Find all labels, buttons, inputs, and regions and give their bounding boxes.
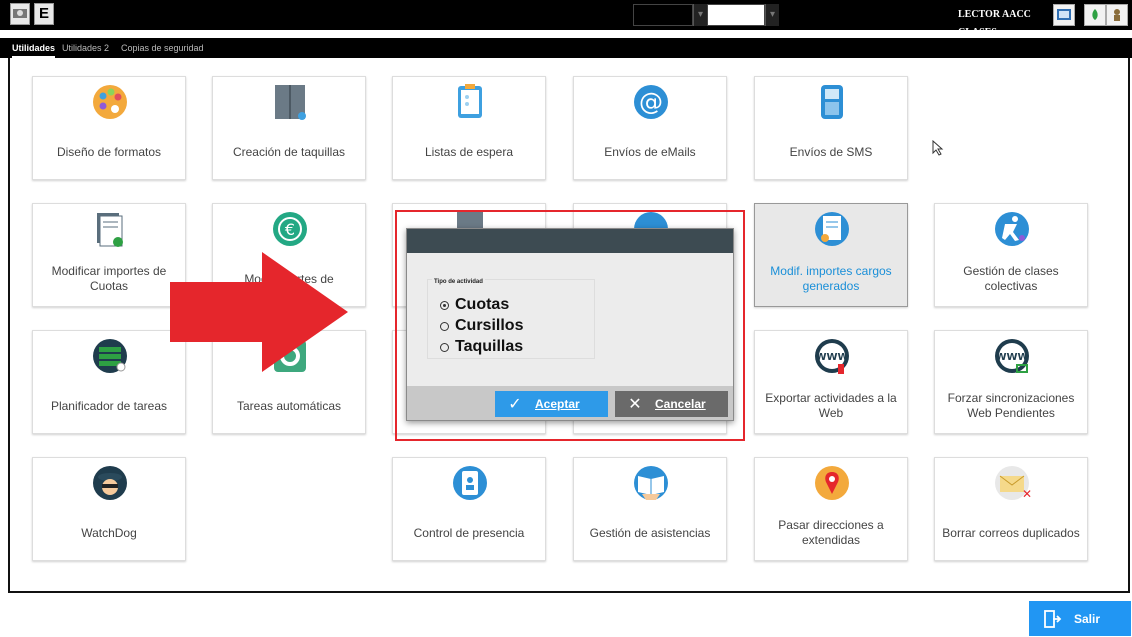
tab-utilidades[interactable]: Utilidades bbox=[12, 38, 56, 58]
radio-label: Taquillas bbox=[455, 338, 524, 355]
tile-label: Modif. importes cargos generados bbox=[770, 264, 892, 293]
tile-label: Envíos de SMS bbox=[789, 144, 873, 159]
dropdown-arrow-2[interactable]: ▾ bbox=[765, 4, 779, 26]
tile-envios-sms[interactable]: Envíos de SMS bbox=[754, 76, 908, 180]
user-icon-button[interactable] bbox=[10, 3, 30, 25]
tile-label: Creación de taquillas bbox=[232, 144, 346, 159]
palette-icon bbox=[93, 85, 127, 119]
tipo-actividad-group: Tipo de actividad Cuotas Cursillos Taqui… bbox=[427, 279, 595, 359]
radio-dot bbox=[440, 321, 449, 331]
radio-cursillos[interactable]: Cursillos bbox=[440, 315, 523, 337]
dropdown-arrow-1[interactable]: ▾ bbox=[693, 4, 707, 26]
top-field-2[interactable] bbox=[707, 4, 765, 26]
map-pin-icon bbox=[815, 466, 849, 500]
server-icon bbox=[93, 339, 127, 373]
close-icon: ✕ bbox=[628, 396, 642, 413]
tile-pasar-direcciones[interactable]: Pasar direcciones a extendidas bbox=[754, 457, 908, 561]
tile-borrar-correos[interactable]: ✕ Borrar correos duplicados bbox=[934, 457, 1088, 561]
tile-label: Pasar direcciones a extendidas bbox=[778, 518, 884, 547]
tile-creacion-taquillas[interactable]: Creación de taquillas bbox=[212, 76, 366, 180]
clipboard-icon bbox=[458, 84, 482, 118]
tab-bar: Utilidades Utilidades 2 Copias de seguri… bbox=[0, 38, 1132, 58]
tile-label: Forzar sincronizaciones Web Pendientes bbox=[947, 391, 1075, 420]
radio-label: Cursillos bbox=[455, 317, 524, 334]
svg-text:WWW: WWW bbox=[815, 352, 848, 363]
www-sync-icon: WWW bbox=[995, 339, 1029, 373]
salir-button[interactable]: Salir bbox=[1029, 601, 1131, 636]
tile-label: WatchDog bbox=[81, 525, 137, 540]
martial-arts-icon bbox=[995, 212, 1029, 246]
document-icon bbox=[97, 213, 123, 247]
tile-watchdog[interactable]: WatchDog bbox=[32, 457, 186, 561]
tile-control-presencia[interactable]: Control de presencia bbox=[392, 457, 546, 561]
tile-label: Listas de espera bbox=[424, 144, 514, 159]
radio-dot-selected bbox=[440, 300, 449, 310]
book-icon bbox=[634, 466, 668, 500]
euro-icon: € bbox=[273, 212, 307, 246]
radio-label: Cuotas bbox=[455, 296, 510, 313]
dialog-header bbox=[407, 229, 733, 253]
tile-listas-espera[interactable]: Listas de espera bbox=[392, 76, 546, 180]
locker-icon bbox=[275, 85, 306, 120]
spy-icon bbox=[93, 466, 127, 500]
www-icon: WWW bbox=[815, 339, 849, 374]
tile-label: Gestión de clases colectivas bbox=[963, 264, 1059, 293]
tile-modificar-cuotas[interactable]: Modificar importes de Cuotas bbox=[32, 203, 186, 307]
tile-label: Control de presencia bbox=[413, 525, 525, 540]
tile-envios-emails[interactable]: @ Envíos de eMails bbox=[573, 76, 727, 180]
tile-label: Modificar importes de Cuotas bbox=[51, 264, 167, 293]
tile-forzar-sincronizaciones[interactable]: WWW Forzar sincronizaciones Web Pendient… bbox=[934, 330, 1088, 434]
person-icon[interactable] bbox=[1106, 4, 1128, 26]
tab-copias-seguridad[interactable]: Copias de seguridad bbox=[121, 38, 204, 58]
salir-label: Salir bbox=[1074, 611, 1101, 626]
tile-label: Planificador de tareas bbox=[50, 398, 168, 413]
dialog-footer: ✓ Aceptar ✕ Cancelar bbox=[407, 386, 733, 420]
svg-text:✕: ✕ bbox=[1022, 487, 1031, 501]
leaf-icon[interactable] bbox=[1084, 4, 1106, 26]
aceptar-label: Aceptar bbox=[535, 397, 580, 411]
reader-label: LECTOR AACC CLASES bbox=[958, 9, 1031, 38]
tile-label: Envíos de eMails bbox=[604, 144, 696, 159]
phone-icon bbox=[821, 85, 843, 119]
tile-label: Diseño de formatos bbox=[56, 144, 162, 159]
top-bar: E ▾ ▾ LECTOR AACC CLASES bbox=[0, 0, 1132, 38]
aceptar-button[interactable]: ✓ Aceptar bbox=[495, 391, 608, 417]
exit-icon bbox=[1044, 609, 1062, 628]
at-icon: @ bbox=[634, 85, 668, 119]
red-arrow-icon bbox=[170, 252, 348, 372]
radio-taquillas[interactable]: Taquillas bbox=[440, 336, 523, 358]
svg-text:€: € bbox=[285, 220, 295, 239]
tile-label: Exportar actividades a la Web bbox=[765, 391, 897, 420]
radio-cuotas[interactable]: Cuotas bbox=[440, 294, 509, 316]
tile-gestion-clases[interactable]: Gestión de clases colectivas bbox=[934, 203, 1088, 307]
check-icon: ✓ bbox=[508, 396, 522, 413]
tile-modif-cargos[interactable]: Modif. importes cargos generados bbox=[754, 203, 908, 307]
tile-exportar-web[interactable]: WWW Exportar actividades a la Web bbox=[754, 330, 908, 434]
tipo-actividad-dialog: Tipo de actividad Cuotas Cursillos Taqui… bbox=[406, 228, 734, 421]
group-title: Tipo de actividad bbox=[432, 279, 485, 285]
cancelar-button[interactable]: ✕ Cancelar bbox=[615, 391, 728, 417]
tile-label: Borrar correos duplicados bbox=[942, 525, 1080, 540]
tab-utilidades-2[interactable]: Utilidades 2 bbox=[62, 38, 109, 58]
top-field-1[interactable] bbox=[633, 4, 693, 26]
e-button[interactable]: E bbox=[34, 3, 54, 25]
badge-icon bbox=[453, 466, 487, 500]
tile-planificador-tareas[interactable]: Planificador de tareas bbox=[32, 330, 186, 434]
tile-diseno-formatos[interactable]: Diseño de formatos bbox=[32, 76, 186, 180]
window-icon[interactable] bbox=[1053, 4, 1075, 26]
svg-text:WWW: WWW bbox=[995, 352, 1028, 363]
radio-dot bbox=[440, 342, 449, 352]
user-icon bbox=[13, 9, 27, 18]
cancelar-label: Cancelar bbox=[655, 397, 706, 411]
invoice-icon bbox=[815, 212, 849, 246]
tile-gestion-asistencias[interactable]: Gestión de asistencias bbox=[573, 457, 727, 561]
mouse-cursor-icon bbox=[932, 140, 944, 156]
mail-delete-icon: ✕ bbox=[995, 466, 1031, 501]
tile-label: Gestión de asistencias bbox=[589, 525, 711, 540]
tile-label: Tareas automáticas bbox=[236, 398, 342, 413]
svg-text:@: @ bbox=[639, 88, 663, 116]
